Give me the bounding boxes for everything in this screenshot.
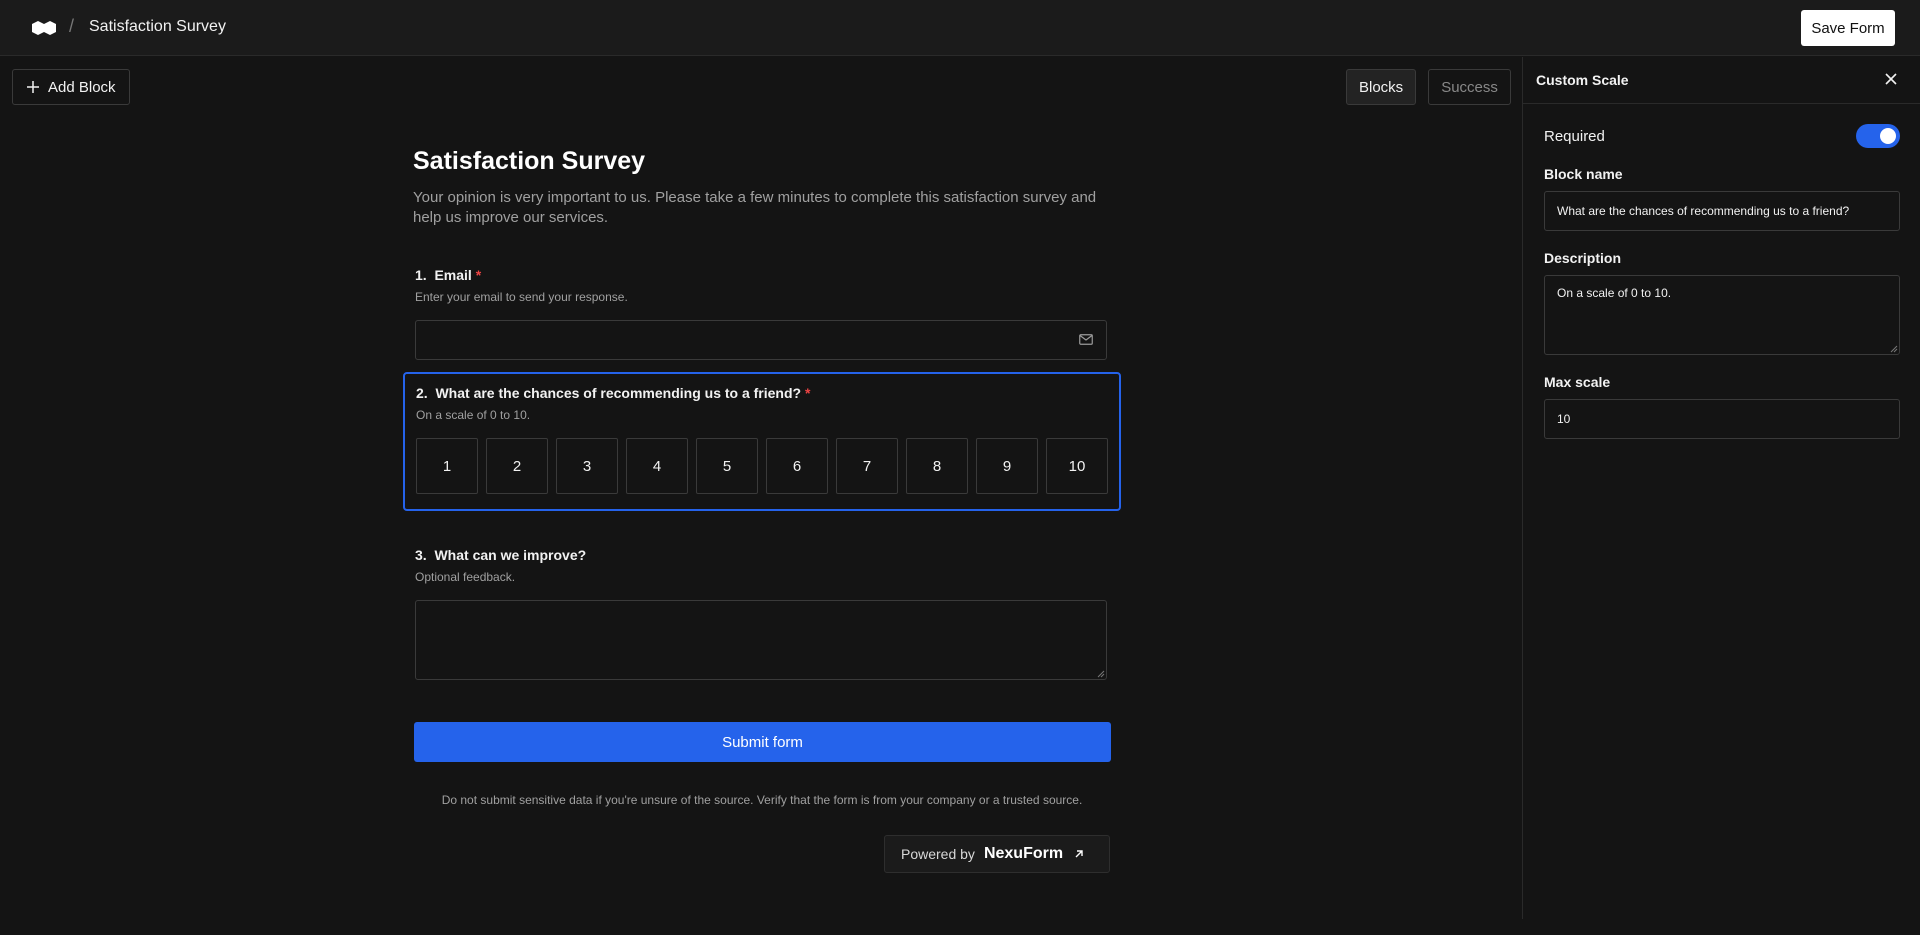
required-marker: * [804, 385, 811, 401]
scale-option-2[interactable]: 2 [486, 438, 548, 494]
submit-form-button[interactable]: Submit form [414, 722, 1111, 762]
resize-grip-icon[interactable] [1097, 670, 1105, 678]
top-bar: / Satisfaction Survey Save Form [0, 0, 1920, 56]
question-title: What are the chances of recommending us … [435, 385, 802, 401]
description-label: Description [1544, 250, 1622, 266]
question-label: 3. What can we improve? [415, 547, 1109, 563]
plus-icon [27, 81, 39, 93]
mail-icon [1079, 334, 1093, 345]
block-name-label: Block name [1544, 166, 1623, 182]
save-form-button[interactable]: Save Form [1801, 10, 1895, 46]
question-description: Enter your email to send your response. [415, 290, 628, 304]
required-marker: * [475, 267, 482, 283]
scale-option-5[interactable]: 5 [696, 438, 758, 494]
scale-option-3[interactable]: 3 [556, 438, 618, 494]
email-field[interactable] [415, 320, 1107, 360]
question-title: Email [434, 267, 472, 283]
toggle-knob [1880, 128, 1896, 144]
question-number: 1. [415, 267, 427, 283]
scale-option-4[interactable]: 4 [626, 438, 688, 494]
add-block-button[interactable]: Add Block [12, 69, 130, 105]
brand-name: NexuForm [983, 845, 1064, 862]
form-canvas: Add Block Blocks Success Satisfaction Su… [0, 57, 1522, 935]
resize-grip-icon[interactable] [1890, 345, 1898, 353]
block-settings-panel: Custom Scale Required Block name What ar… [1522, 57, 1920, 919]
feedback-textarea[interactable] [415, 600, 1107, 680]
powered-by-prefix: Powered by [901, 846, 975, 862]
tab-blocks[interactable]: Blocks [1346, 69, 1417, 105]
form-preview: Satisfaction Survey Your opinion is very… [403, 147, 1121, 873]
question-label: 1. Email * [415, 267, 1109, 283]
question-number: 3. [415, 547, 427, 563]
required-toggle[interactable] [1856, 124, 1900, 148]
question-improve-block[interactable]: 3. What can we improve? Optional feedbac… [415, 547, 1109, 680]
breadcrumb-form-title[interactable]: Satisfaction Survey [89, 18, 226, 36]
view-tabs: Blocks Success [1346, 69, 1511, 105]
panel-header: Custom Scale [1523, 57, 1920, 104]
tab-success[interactable]: Success [1428, 69, 1511, 105]
scale-option-9[interactable]: 9 [976, 438, 1038, 494]
close-icon[interactable] [1884, 72, 1898, 86]
powered-by-badge[interactable]: Powered by NexuForm [884, 835, 1110, 873]
question-title: What can we improve? [434, 547, 587, 563]
description-textarea[interactable]: On a scale of 0 to 10. [1544, 275, 1900, 355]
question-scale-block-selected[interactable]: 2. What are the chances of recommending … [403, 372, 1121, 511]
question-number: 2. [416, 385, 428, 401]
add-block-label: Add Block [48, 78, 116, 96]
description-value: On a scale of 0 to 10. [1557, 286, 1672, 300]
block-name-input[interactable]: What are the chances of recommending us … [1544, 191, 1900, 231]
scale-options: 1 2 3 4 5 6 7 8 9 10 [416, 438, 1109, 494]
scale-option-8[interactable]: 8 [906, 438, 968, 494]
logo-icon[interactable] [31, 20, 57, 36]
question-email-block[interactable]: 1. Email * Enter your email to send your… [415, 267, 1109, 360]
max-scale-input[interactable]: 10 [1544, 399, 1900, 439]
question-description: On a scale of 0 to 10. [416, 408, 531, 422]
scale-option-10[interactable]: 10 [1046, 438, 1108, 494]
breadcrumb-separator: / [69, 16, 75, 36]
max-scale-label: Max scale [1544, 374, 1611, 390]
external-arrow-icon [1075, 850, 1083, 858]
question-label: 2. What are the chances of recommending … [416, 385, 1109, 401]
panel-title: Custom Scale [1536, 72, 1629, 88]
scale-option-6[interactable]: 6 [766, 438, 828, 494]
required-row: Required [1544, 116, 1900, 156]
scale-option-1[interactable]: 1 [416, 438, 478, 494]
panel-body: Required Block name What are the chances… [1523, 116, 1920, 439]
required-label: Required [1544, 127, 1605, 145]
scale-option-7[interactable]: 7 [836, 438, 898, 494]
disclaimer-text: Do not submit sensitive data if you're u… [441, 793, 1083, 807]
question-description: Optional feedback. [415, 570, 516, 584]
form-description: Your opinion is very important to us. Pl… [413, 189, 1097, 226]
form-title: Satisfaction Survey [413, 147, 646, 175]
